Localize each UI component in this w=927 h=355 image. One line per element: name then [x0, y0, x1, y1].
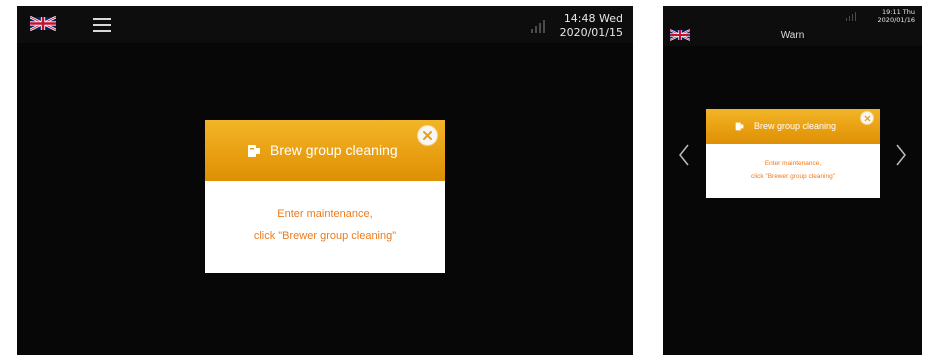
datetime: 19:11 Thu 2020/01/16 — [878, 8, 915, 24]
chevron-right-icon[interactable] — [895, 144, 907, 166]
message-line-2: click "Brewer group cleaning" — [253, 230, 397, 242]
date: 2020/01/15 — [559, 25, 623, 39]
warning-dialog: Brew group cleaning Enter maintenance, c… — [706, 109, 880, 198]
signal-icon — [846, 11, 856, 21]
menu-icon[interactable] — [93, 18, 111, 32]
status-bar: 14:48 Wed 2020/01/15 — [17, 6, 633, 43]
message-line-1: Enter maintenance, — [764, 160, 822, 167]
message-line-2: click "Brewer group cleaning" — [750, 173, 836, 180]
signal-icon — [531, 18, 545, 33]
dialog-header: Brew group cleaning — [205, 120, 445, 181]
time-day: 19:11 Thu — [881, 8, 915, 16]
close-icon — [423, 131, 432, 140]
warning-dialog: Brew group cleaning Enter maintenance, c… — [205, 120, 445, 273]
brew-group-icon — [248, 145, 260, 157]
brew-group-icon — [735, 122, 744, 131]
dialog-title: Brew group cleaning — [754, 121, 837, 131]
right-screen: 19:11 Thu 2020/01/16 Warn Brew group cle… — [663, 6, 922, 355]
date: 2020/01/16 — [877, 16, 915, 25]
uk-flag-icon[interactable] — [30, 15, 56, 32]
left-screen: 14:48 Wed 2020/01/15 Brew group cleaning… — [17, 6, 633, 355]
time-day: 14:48 Wed — [563, 12, 623, 25]
status-bar: 19:11 Thu 2020/01/16 Warn — [663, 6, 922, 46]
message-line-1: Enter maintenance, — [277, 208, 373, 220]
dialog-title: Brew group cleaning — [270, 142, 398, 158]
close-button[interactable] — [418, 126, 437, 145]
close-icon — [864, 115, 870, 121]
datetime: 14:48 Wed 2020/01/15 — [560, 12, 623, 40]
close-button[interactable] — [861, 112, 873, 124]
chevron-left-icon[interactable] — [678, 144, 690, 166]
page-title: Warn — [780, 30, 805, 41]
dialog-header: Brew group cleaning — [706, 109, 880, 144]
